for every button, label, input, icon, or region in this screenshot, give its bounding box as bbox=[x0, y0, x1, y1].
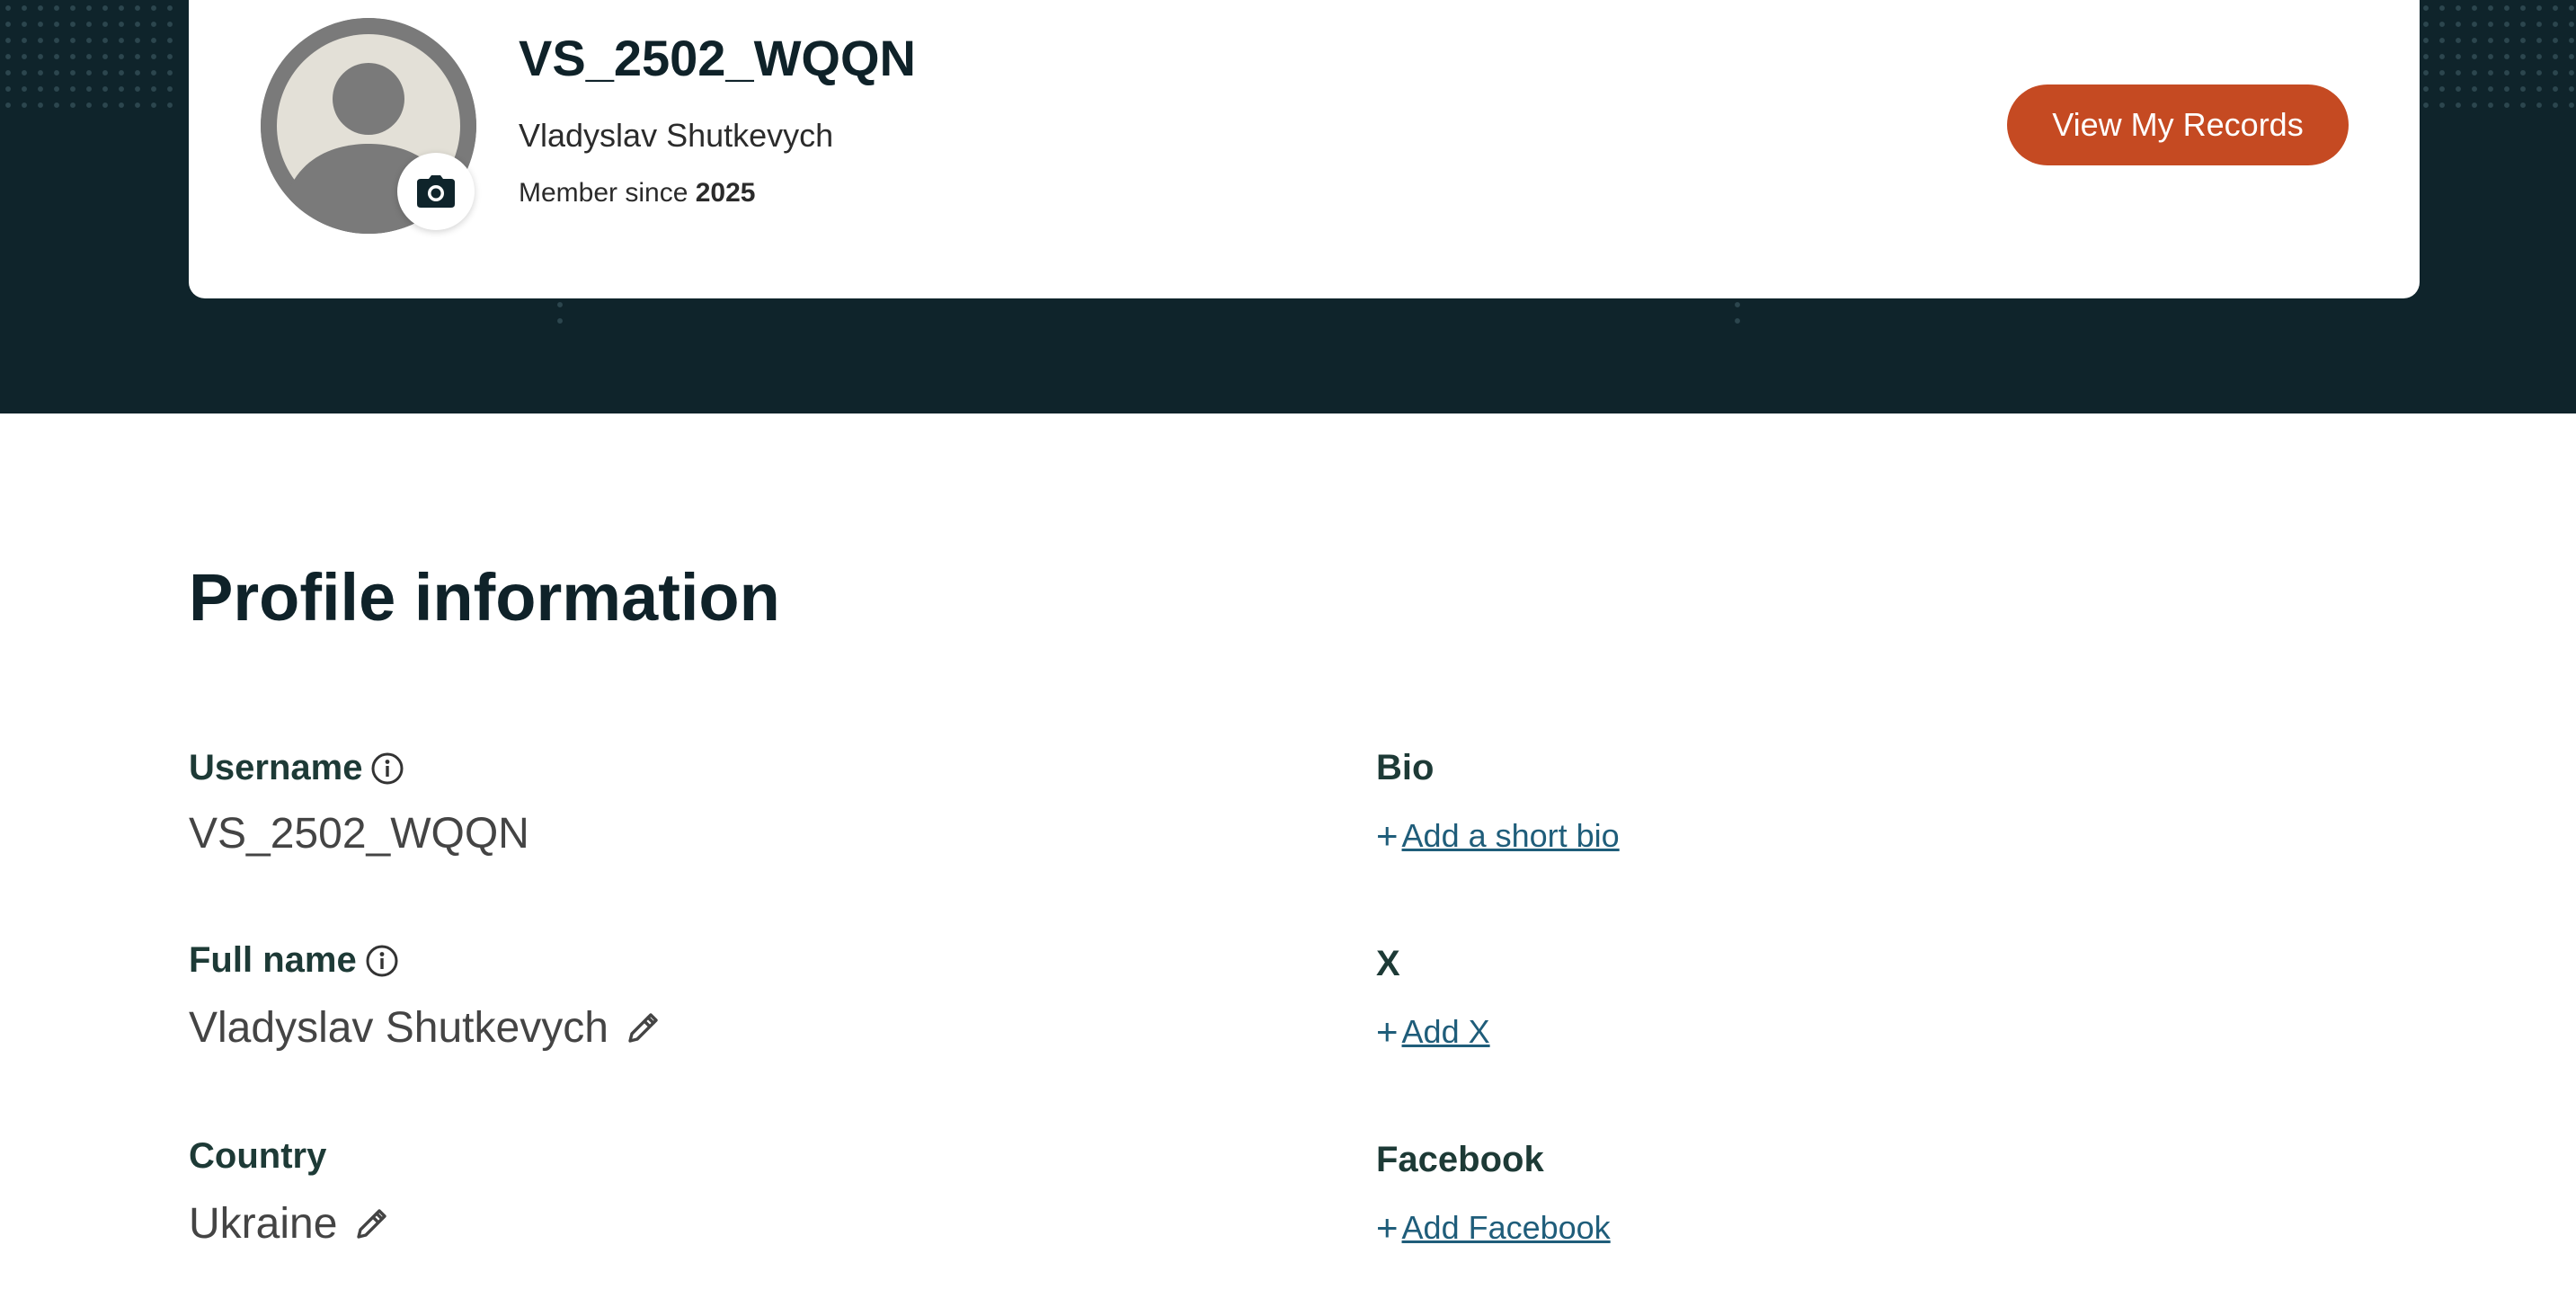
decorative-dots-right bbox=[2418, 0, 2576, 117]
view-my-records-button[interactable]: View My Records bbox=[2007, 84, 2349, 165]
section-title: Profile information bbox=[189, 560, 780, 635]
country-label: Country bbox=[189, 1136, 327, 1176]
full-name-label-row: Full name bbox=[189, 940, 400, 981]
add-x-link-text[interactable]: Add X bbox=[1402, 1013, 1490, 1051]
plus-icon: + bbox=[1376, 1206, 1399, 1249]
add-bio-link[interactable]: + Add a short bio bbox=[1376, 814, 1620, 858]
full-name-value-row: Vladyslav Shutkevych bbox=[189, 1003, 661, 1053]
profile-full-name: Vladyslav Shutkevych bbox=[519, 117, 834, 154]
x-label: X bbox=[1376, 944, 1400, 983]
username-label: Username bbox=[189, 748, 363, 787]
country-value: Ukraine bbox=[189, 1200, 338, 1248]
info-icon[interactable] bbox=[364, 943, 400, 979]
facebook-label: Facebook bbox=[1376, 1140, 1544, 1179]
camera-icon bbox=[417, 175, 455, 208]
profile-header-card: VS_2502_WQQN Vladyslav Shutkevych Member… bbox=[189, 0, 2420, 298]
country-value-row: Ukraine bbox=[189, 1199, 389, 1249]
username-value: VS_2502_WQQN bbox=[189, 810, 529, 858]
member-since: Member since 2025 bbox=[519, 178, 756, 209]
full-name-value: Vladyslav Shutkevych bbox=[189, 1004, 608, 1052]
member-since-label: Member since bbox=[519, 178, 688, 208]
username-label-row: Username bbox=[189, 748, 405, 788]
decorative-dots-left bbox=[0, 0, 180, 117]
add-x-link[interactable]: + Add X bbox=[1376, 1010, 1490, 1054]
member-since-year: 2025 bbox=[695, 178, 756, 208]
decorative-dots bbox=[1729, 297, 1745, 329]
plus-icon: + bbox=[1376, 1010, 1399, 1053]
plus-icon: + bbox=[1376, 814, 1399, 857]
info-icon[interactable] bbox=[369, 751, 405, 787]
add-facebook-link-text[interactable]: Add Facebook bbox=[1402, 1209, 1611, 1247]
add-bio-link-text[interactable]: Add a short bio bbox=[1402, 817, 1620, 855]
pencil-icon[interactable] bbox=[353, 1206, 389, 1242]
decorative-dots bbox=[552, 297, 568, 329]
full-name-label: Full name bbox=[189, 940, 357, 980]
pencil-icon[interactable] bbox=[625, 1010, 661, 1046]
profile-username-heading: VS_2502_WQQN bbox=[519, 30, 916, 86]
change-photo-button[interactable] bbox=[397, 153, 475, 230]
bio-label: Bio bbox=[1376, 748, 1435, 787]
add-facebook-link[interactable]: + Add Facebook bbox=[1376, 1206, 1611, 1249]
profile-hero: VS_2502_WQQN Vladyslav Shutkevych Member… bbox=[0, 0, 2576, 413]
